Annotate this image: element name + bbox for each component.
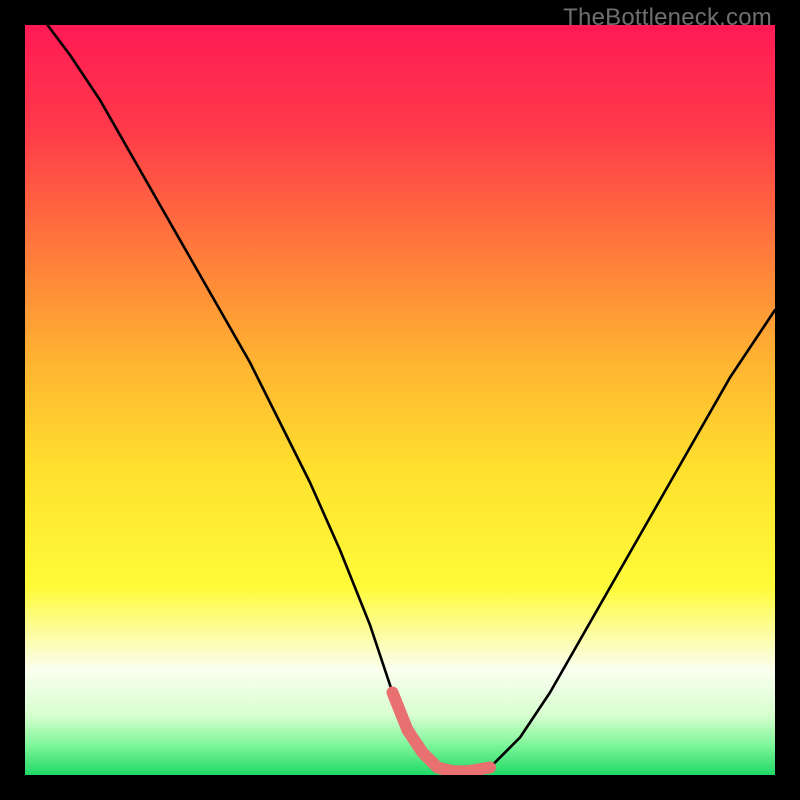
plot-area: [25, 25, 775, 775]
bottleneck-highlight: [393, 693, 491, 772]
chart-container: TheBottleneck.com: [0, 0, 800, 800]
watermark-text: TheBottleneck.com: [563, 4, 772, 32]
bottleneck-curve: [48, 25, 776, 771]
curve-layer: [25, 25, 775, 775]
